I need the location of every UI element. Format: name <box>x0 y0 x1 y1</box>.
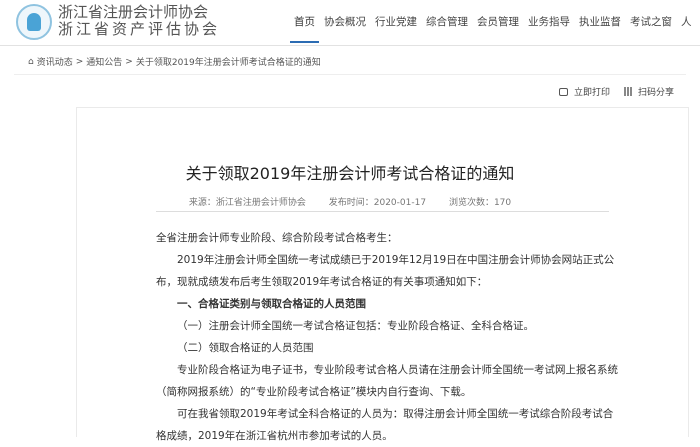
article-tools: 立即打印 扫码分享 <box>558 85 674 98</box>
print-label: 立即打印 <box>573 88 610 98</box>
nav-more[interactable]: 人 <box>681 14 692 43</box>
brand-line-2: 浙江省资产评估协会 <box>58 20 221 38</box>
paragraph: 专业阶段合格证为电子证书，专业阶段考试合格人员请在注册会计师全国统一考试网上报名… <box>156 364 618 398</box>
share-button[interactable]: 扫码分享 <box>623 85 674 98</box>
breadcrumb-separator: > <box>125 56 133 67</box>
article-date: 发布时间：2020-01-17 <box>328 198 427 208</box>
printer-icon <box>558 87 568 96</box>
nav-about[interactable]: 协会概况 <box>324 14 366 43</box>
nav-party[interactable]: 行业党建 <box>375 14 417 43</box>
paragraph: 全省注册会计师专业阶段、综合阶段考试合格考生： <box>156 232 398 244</box>
nav-management[interactable]: 综合管理 <box>426 14 468 43</box>
article-body: 全省注册会计师专业阶段、综合阶段考试合格考生： 2019年注册会计师全国统一考试… <box>156 227 618 447</box>
nav-exam[interactable]: 考试之窗 <box>630 14 672 43</box>
nav-home[interactable]: 首页 <box>290 14 319 43</box>
article-views: 浏览次数：170 <box>448 198 512 208</box>
article-source: 来源：浙江省注册会计师协会 <box>188 198 306 208</box>
site-brand[interactable]: 浙江省注册会计师协会 浙江省资产评估协会 <box>58 4 220 38</box>
section-heading: 一、合格证类别与领取合格证的人员范围 <box>177 298 366 310</box>
main-nav: 首页 协会概况 行业党建 综合管理 会员管理 业务指导 执业监督 考试之窗 人 <box>290 14 692 43</box>
logo-icon[interactable] <box>16 4 52 40</box>
divider <box>156 211 609 212</box>
nav-guidance[interactable]: 业务指导 <box>528 14 570 43</box>
breadcrumb-current: 关于领取2019年注册会计师考试合格证的通知 <box>135 58 321 68</box>
nav-supervision[interactable]: 执业监督 <box>579 14 621 43</box>
breadcrumb-separator: > <box>75 56 84 67</box>
nav-members[interactable]: 会员管理 <box>477 14 519 43</box>
divider <box>14 74 686 75</box>
brand-line-1: 浙江省注册会计师协会 <box>58 3 209 21</box>
paragraph: 2019年注册会计师全国统一考试成绩已于2019年12月19日在中国注册会计师协… <box>156 254 615 288</box>
breadcrumb-news[interactable]: 资讯动态 <box>37 55 73 68</box>
home-icon[interactable]: ⌂ <box>28 57 34 67</box>
paragraph: 可在我省领取2019年考试全科合格证的人员为：取得注册会计师全国统一考试综合阶段… <box>156 408 614 442</box>
article-meta: 来源：浙江省注册会计师协会 发布时间：2020-01-17 浏览次数：170 <box>0 195 700 208</box>
article-title: 关于领取2019年注册会计师考试合格证的通知 <box>185 164 515 183</box>
site-header: 浙江省注册会计师协会 浙江省资产评估协会 首页 协会概况 行业党建 综合管理 会… <box>0 0 700 46</box>
qr-code-icon <box>623 87 632 96</box>
print-button[interactable]: 立即打印 <box>558 85 610 98</box>
share-label: 扫码分享 <box>637 88 674 98</box>
breadcrumb: ⌂ 资讯动态 > 通知公告 > 关于领取2019年注册会计师考试合格证的通知 <box>28 55 321 69</box>
paragraph: （一）注册会计师全国统一考试合格证包括：专业阶段合格证、全科合格证。 <box>177 320 534 332</box>
breadcrumb-notices[interactable]: 通知公告 <box>86 55 122 68</box>
paragraph: （二）领取合格证的人员范围 <box>177 342 314 354</box>
